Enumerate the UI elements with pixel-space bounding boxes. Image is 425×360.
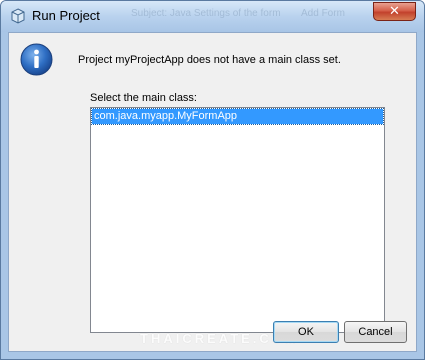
run-project-dialog: Run Project Subject: Java Settings of th…: [0, 0, 425, 360]
background-window-text-right: Add Form: [301, 8, 345, 19]
window-title: Run Project: [32, 8, 100, 23]
list-item[interactable]: com.java.myapp.MyFormApp: [91, 108, 384, 125]
netbeans-cube-icon: [11, 8, 25, 24]
main-class-list[interactable]: com.java.myapp.MyFormApp: [90, 107, 385, 333]
ok-button[interactable]: OK: [273, 321, 339, 343]
information-icon: [20, 43, 53, 76]
cancel-button[interactable]: Cancel: [344, 321, 407, 343]
main-class-label: Select the main class:: [90, 92, 197, 104]
title-bar[interactable]: Run Project Subject: Java Settings of th…: [1, 1, 424, 32]
dialog-body: Project myProjectApp does not have a mai…: [8, 32, 417, 352]
close-button[interactable]: ✕: [373, 2, 416, 21]
background-window-text: Subject: Java Settings of the form: [131, 8, 281, 19]
dialog-message: Project myProjectApp does not have a mai…: [78, 54, 341, 66]
